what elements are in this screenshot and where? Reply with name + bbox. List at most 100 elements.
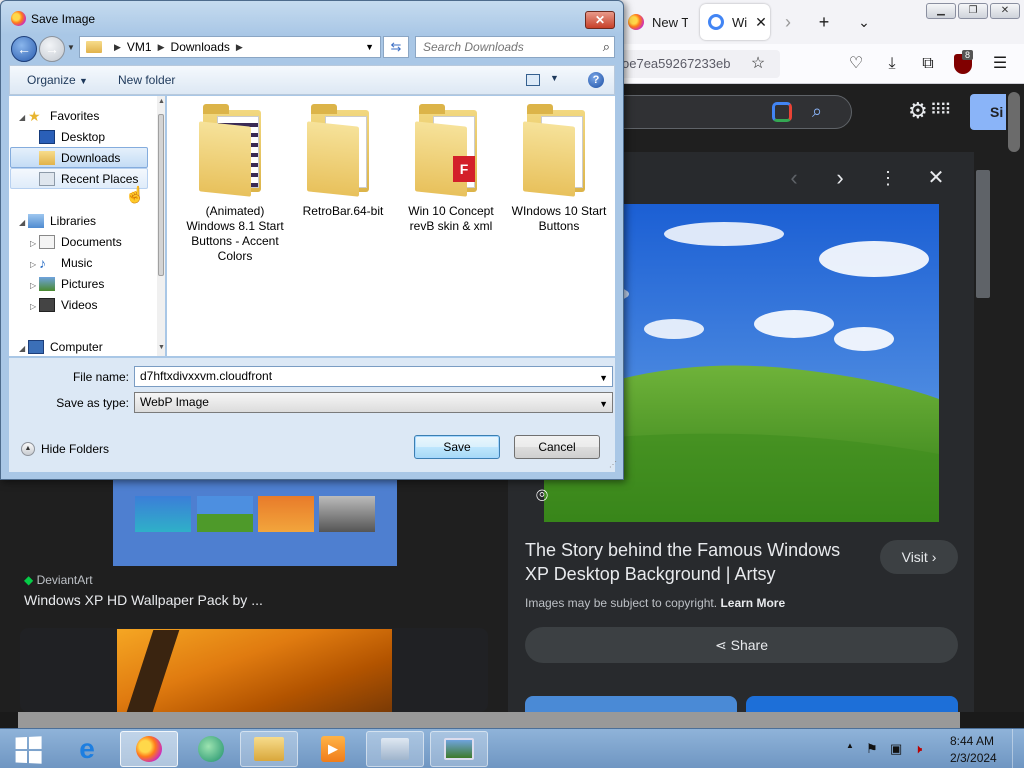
address-bar[interactable]: ▶ VM1 ▶ Downloads ▶ ▼: [79, 36, 381, 58]
breadcrumb-downloads[interactable]: Downloads: [171, 40, 230, 54]
change-view-icon[interactable]: [526, 74, 540, 86]
search-input[interactable]: [416, 37, 586, 57]
related-image[interactable]: [746, 696, 958, 712]
chevron-right-icon[interactable]: ▶: [114, 42, 121, 53]
taskbar-explorer[interactable]: [240, 731, 298, 767]
save-button[interactable]: Save: [414, 435, 500, 459]
collapse-arrow-icon[interactable]: ◢: [19, 113, 25, 122]
tab-new[interactable]: New T: [628, 4, 688, 40]
scroll-tabs-icon[interactable]: ›: [776, 10, 800, 34]
share-button[interactable]: ⋖ Share: [525, 627, 958, 663]
nav-desktop[interactable]: Desktop: [39, 127, 105, 147]
lens-search-icon[interactable]: ⌾: [528, 482, 556, 510]
search-icon[interactable]: ⌕: [812, 101, 822, 122]
nav-scrollbar-thumb[interactable]: [158, 114, 164, 276]
network-icon[interactable]: ▣: [890, 741, 902, 757]
bookmark-star-icon[interactable]: ☆: [748, 54, 768, 74]
settings-gear-icon[interactable]: ⚙: [908, 98, 928, 124]
clock-date[interactable]: 2/3/2024: [950, 751, 997, 765]
nav-pictures[interactable]: Pictures: [39, 274, 104, 294]
tab-active[interactable]: Wi ✕: [700, 4, 770, 40]
volume-muted-icon[interactable]: 🕨: [914, 741, 922, 757]
page-scrollbar[interactable]: [1006, 84, 1024, 712]
taskbar-remote-desktop[interactable]: [366, 731, 424, 767]
chevron-right-icon[interactable]: ▶: [236, 42, 243, 53]
related-image[interactable]: [525, 696, 737, 712]
taskbar-firefox[interactable]: [120, 731, 178, 767]
visit-button[interactable]: Visit ›: [880, 540, 958, 574]
clock-time[interactable]: 8:44 AM: [950, 734, 994, 748]
chevron-right-icon[interactable]: ▶: [158, 42, 165, 53]
nav-music[interactable]: ♪ Music: [39, 253, 92, 273]
folder-item[interactable]: RetroBar.64-bit: [291, 104, 395, 219]
result-title[interactable]: Windows XP HD Wallpaper Pack by ...: [24, 592, 263, 608]
address-dropdown-icon[interactable]: ▼: [365, 42, 374, 52]
search-box[interactable]: ⌕: [415, 36, 615, 58]
scroll-down-icon[interactable]: ▼: [158, 344, 165, 351]
hide-folders-button[interactable]: ▲ Hide Folders: [21, 442, 109, 456]
search-icon[interactable]: ⌕: [603, 39, 610, 55]
expand-arrow-icon[interactable]: ▷: [30, 260, 36, 269]
more-options-icon[interactable]: ⋮: [876, 166, 900, 190]
folder-item[interactable]: F Win 10 Concept revB skin & xml: [399, 104, 503, 234]
nav-favorites[interactable]: ★ Favorites: [28, 106, 99, 126]
show-hidden-icons-icon[interactable]: ▲: [846, 741, 854, 750]
nav-downloads[interactable]: Downloads: [39, 148, 120, 168]
recent-locations-icon[interactable]: ▼: [67, 43, 75, 52]
pocket-icon[interactable]: ♡: [846, 54, 866, 74]
menu-icon[interactable]: ☰: [990, 54, 1010, 74]
scroll-up-icon[interactable]: ▲: [158, 98, 165, 105]
help-icon[interactable]: ?: [588, 72, 604, 88]
back-arrow-icon[interactable]: ←: [11, 36, 37, 62]
organize-button[interactable]: Organize ▼: [27, 73, 88, 87]
apps-grid-icon[interactable]: ⠿⠿: [930, 100, 951, 120]
restore-icon[interactable]: ❐: [958, 3, 988, 19]
save-type-select[interactable]: WebP Image ▼: [134, 392, 613, 413]
close-tab-icon[interactable]: ✕: [755, 14, 767, 31]
extensions-icon[interactable]: ⧉: [918, 54, 938, 74]
nav-documents[interactable]: Documents: [39, 232, 122, 252]
page-scrollbar-thumb[interactable]: [1008, 92, 1020, 152]
nav-recent-places[interactable]: Recent Places: [39, 169, 138, 189]
preview-title[interactable]: The Story behind the Famous Windows XP D…: [525, 538, 865, 586]
new-folder-button[interactable]: New folder: [118, 73, 175, 87]
list-tabs-icon[interactable]: ⌄: [852, 10, 876, 34]
nav-computer[interactable]: Computer: [28, 337, 103, 356]
breadcrumb-vm1[interactable]: VM1: [127, 40, 152, 54]
view-dropdown-icon[interactable]: ▼: [550, 73, 559, 83]
result-source[interactable]: ◆ DeviantArt: [24, 573, 93, 587]
nav-libraries[interactable]: Libraries: [28, 211, 96, 231]
taskbar-internet-explorer[interactable]: e: [58, 731, 116, 767]
expand-arrow-icon[interactable]: ▷: [30, 281, 36, 290]
minimize-icon[interactable]: ▁: [926, 3, 956, 19]
forward-arrow-icon[interactable]: →: [39, 36, 65, 62]
cancel-button[interactable]: Cancel: [514, 435, 600, 459]
prev-image-icon[interactable]: ‹: [782, 166, 806, 190]
close-window-icon[interactable]: ✕: [990, 3, 1020, 19]
lens-icon[interactable]: [772, 102, 792, 122]
taskbar-media-app[interactable]: [182, 731, 240, 767]
taskbar-photo-viewer[interactable]: [430, 731, 488, 767]
folder-item[interactable]: (Animated) Windows 8.1 Start Buttons - A…: [183, 104, 287, 264]
resize-grip-icon[interactable]: ⋰: [609, 460, 617, 469]
preview-scrollbar-thumb[interactable]: [976, 170, 990, 298]
start-button[interactable]: [11, 736, 45, 764]
horizontal-scrollbar-thumb[interactable]: [18, 712, 960, 728]
show-desktop-button[interactable]: [1012, 729, 1024, 768]
nav-videos[interactable]: Videos: [39, 295, 97, 315]
dialog-close-icon[interactable]: ✕: [585, 11, 615, 29]
dialog-titlebar[interactable]: Save Image ✕: [1, 1, 623, 35]
next-image-icon[interactable]: ›: [828, 166, 852, 190]
expand-arrow-icon[interactable]: ▷: [30, 302, 36, 311]
close-preview-icon[interactable]: ✕: [924, 166, 948, 190]
learn-more-link[interactable]: Learn More: [720, 596, 785, 610]
dropdown-arrow-icon[interactable]: ▼: [599, 369, 608, 388]
action-center-flag-icon[interactable]: ⚑: [866, 741, 878, 757]
new-tab-icon[interactable]: +: [812, 10, 836, 34]
refresh-icon[interactable]: ⇆: [383, 36, 409, 58]
collapse-arrow-icon[interactable]: ◢: [19, 218, 25, 227]
result-thumbnail[interactable]: [113, 478, 397, 566]
collapse-arrow-icon[interactable]: ◢: [19, 344, 25, 353]
folder-item[interactable]: WIndows 10 Start Buttons: [507, 104, 611, 234]
downloads-icon[interactable]: ⤓: [882, 54, 902, 74]
